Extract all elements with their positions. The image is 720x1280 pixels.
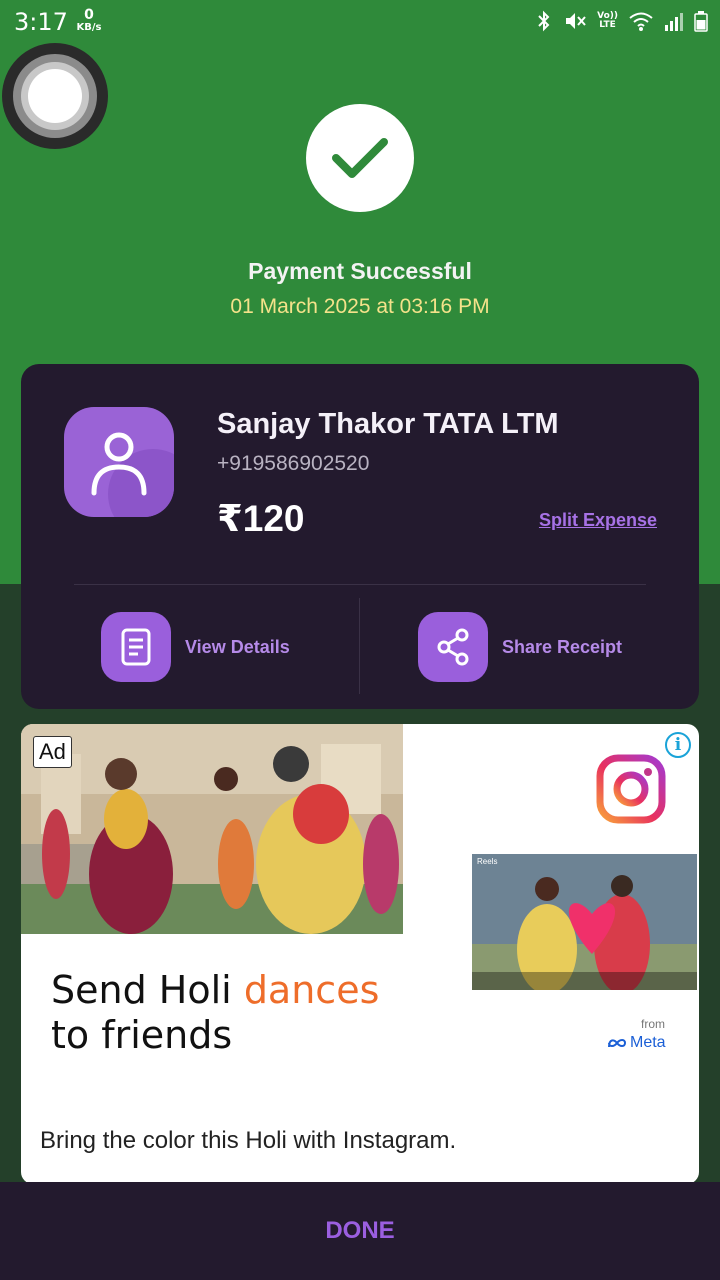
- network-speed-value: 0: [84, 7, 94, 23]
- payment-amount: ₹120: [217, 498, 305, 539]
- done-button[interactable]: DONE: [325, 1217, 394, 1245]
- meta-brand: Meta: [607, 1034, 666, 1052]
- payment-card: Sanjay Thakor TATA LTM +919586902520 ₹12…: [21, 364, 699, 709]
- payment-status-title: Payment Successful: [248, 258, 472, 284]
- volte-bottom: LTE: [599, 20, 616, 30]
- signal-icon: [665, 13, 683, 31]
- assistive-touch-button[interactable]: [2, 43, 108, 149]
- view-details-button[interactable]: View Details: [101, 612, 290, 682]
- ad-headline-part2: to friends: [51, 1013, 233, 1057]
- instagram-ad[interactable]: Ad i Reels Send Holi dances to friends f…: [21, 724, 699, 1184]
- meta-brand-label: Meta: [630, 1034, 666, 1051]
- reel-label: Reels: [477, 857, 498, 866]
- divider: [359, 598, 360, 694]
- person-icon: [91, 432, 147, 496]
- ad-headline: Send Holi dances to friends: [51, 968, 379, 1058]
- payee-phone: +919586902520: [217, 452, 370, 475]
- payee-avatar: [64, 407, 174, 517]
- payment-datetime: 01 March 2025 at 03:16 PM: [230, 295, 490, 318]
- ad-badge: Ad: [33, 736, 72, 768]
- ad-headline-part1: Send Holi: [51, 968, 244, 1012]
- ad-headline-accent: dances: [243, 968, 380, 1012]
- share-receipt-button[interactable]: Share Receipt: [418, 612, 622, 682]
- status-icons: Vo)) LTE: [535, 8, 708, 34]
- meta-logo-icon: [608, 1039, 627, 1048]
- ad-body-text: Bring the color this Holi with Instagram…: [40, 1127, 457, 1154]
- wifi-icon: [629, 12, 653, 31]
- battery-icon: [694, 11, 708, 32]
- divider: [74, 584, 646, 585]
- instagram-logo-icon: [596, 754, 666, 824]
- share-receipt-label: Share Receipt: [502, 636, 623, 657]
- reel-preview: Reels: [472, 854, 697, 990]
- split-expense-link[interactable]: Split Expense: [539, 510, 657, 531]
- ad-photo: Ad: [21, 724, 403, 934]
- network-speed-unit: KB/s: [76, 22, 102, 33]
- view-details-label: View Details: [185, 636, 290, 657]
- status-bar: 3:17 0 KB/s Vo)) LTE: [0, 0, 720, 44]
- payee-name: Sanjay Thakor TATA LTM: [217, 408, 559, 440]
- volte-icon: Vo)) LTE: [597, 12, 618, 30]
- document-icon: [101, 612, 171, 682]
- network-speed: 0 KB/s: [76, 8, 102, 33]
- bluetooth-icon: [538, 10, 550, 32]
- status-time: 3:17: [14, 8, 68, 36]
- share-icon: [418, 612, 488, 682]
- ad-info-icon[interactable]: i: [665, 732, 691, 758]
- mute-vibrate-icon: [566, 13, 586, 29]
- bottom-action-bar: DONE: [0, 1182, 720, 1280]
- success-check-icon: [306, 104, 414, 212]
- meta-from-label: from: [641, 1017, 665, 1031]
